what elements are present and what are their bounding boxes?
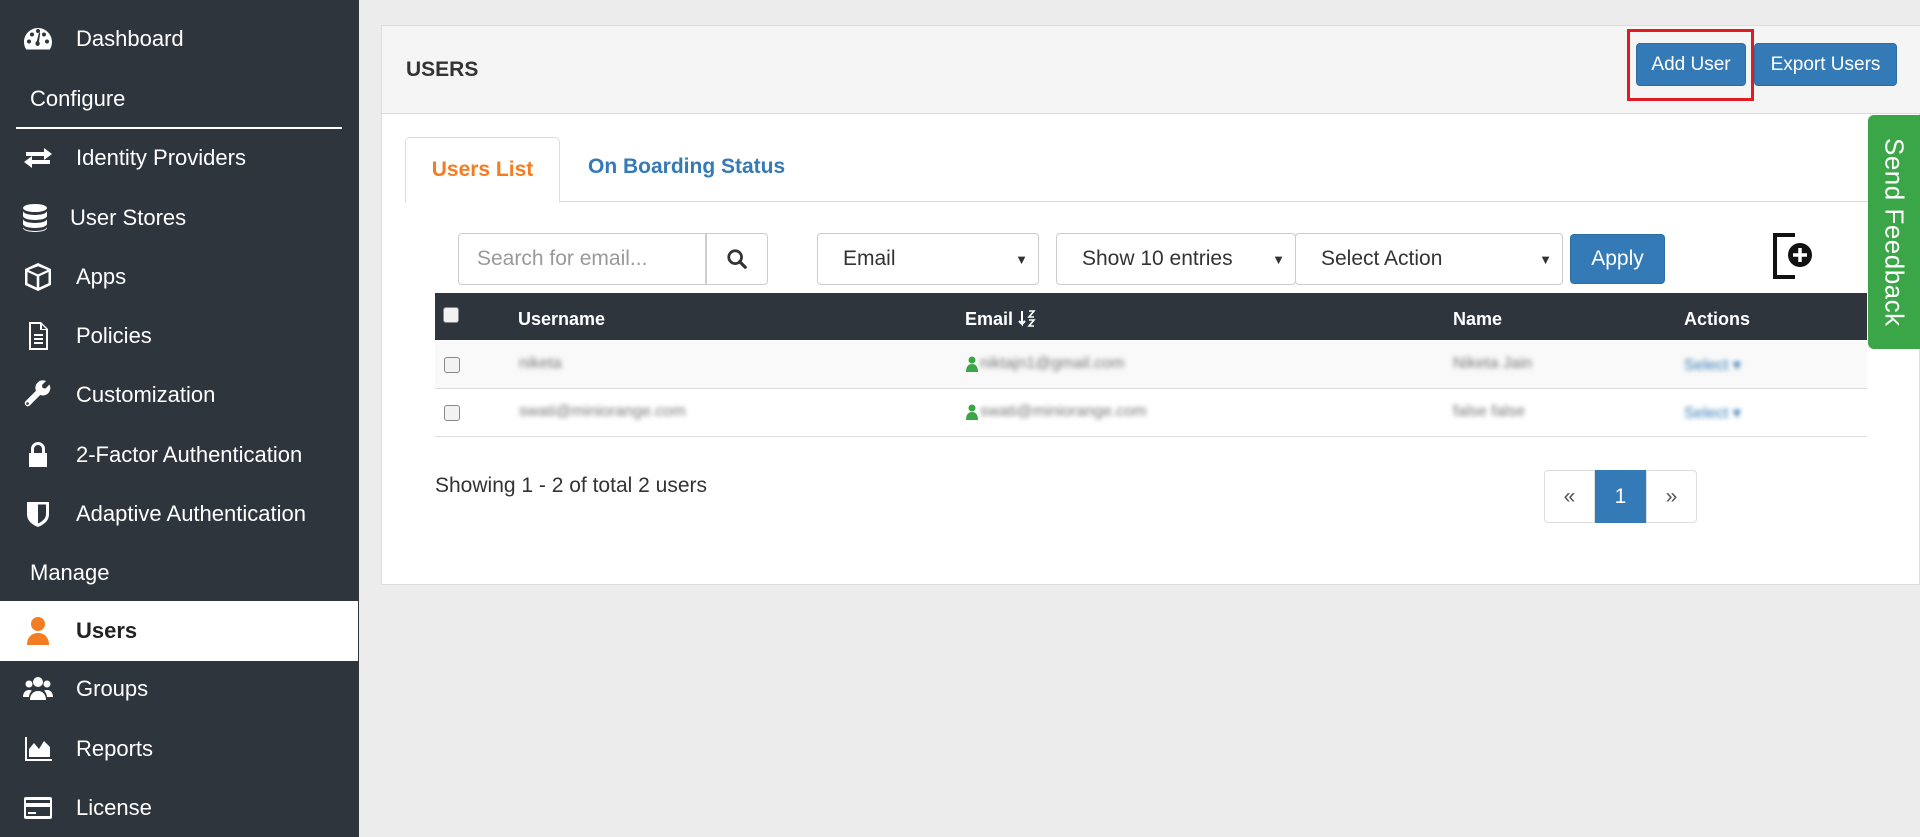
status-user-icon (966, 404, 978, 420)
exchange-icon (0, 142, 76, 174)
document-icon (0, 320, 76, 352)
sidebar-item-identity-providers[interactable]: Identity Providers (0, 129, 358, 187)
sidebar-item-reports[interactable]: Reports (0, 720, 358, 778)
sidebar-item-license[interactable]: License (0, 779, 358, 837)
lock-icon (0, 439, 76, 471)
users-icon (0, 673, 76, 705)
caret-down-icon: ▼ (1539, 252, 1552, 267)
dashboard-icon (0, 23, 76, 55)
search-button[interactable] (706, 233, 768, 285)
sidebar-item-policies[interactable]: Policies (0, 307, 358, 365)
database-icon (0, 202, 70, 234)
select-value: Select Action (1321, 247, 1443, 270)
filter-field-select[interactable]: Email ▼ (817, 233, 1039, 285)
header-username[interactable]: Username (518, 309, 605, 330)
sidebar: Dashboard Configure Identity Providers U… (0, 0, 359, 837)
section-manage: Manage (30, 560, 110, 585)
pagination: « 1 » (1544, 470, 1697, 523)
caret-down-icon: ▼ (1272, 252, 1285, 267)
select-value: Email (843, 247, 896, 270)
table-header: Username Email Name Actions (435, 293, 1867, 340)
sidebar-item-adaptive-auth[interactable]: Adaptive Authentication (0, 485, 358, 543)
feedback-label: Send Feedback (1879, 137, 1910, 327)
sidebar-item-apps[interactable]: Apps (0, 248, 358, 306)
page-1-button[interactable]: 1 (1595, 470, 1646, 523)
sidebar-item-label: Adaptive Authentication (76, 501, 306, 526)
row-action-select[interactable]: Select ▾ (1684, 403, 1741, 423)
entries-select[interactable]: Show 10 entries ▼ (1056, 233, 1296, 285)
row-name: false false (1453, 403, 1526, 420)
row-email: niktajn1@gmail.com (980, 355, 1125, 372)
header-name: Name (1453, 309, 1503, 329)
tab-users-list[interactable]: Users List (405, 137, 560, 203)
sort-alpha-icon (1018, 310, 1036, 327)
sidebar-item-user-stores[interactable]: User Stores (0, 189, 358, 247)
search-input[interactable] (458, 233, 706, 285)
row-username: swati@miniorange.com (519, 403, 686, 420)
section-configure: Configure (30, 86, 126, 111)
sidebar-item-label: 2-Factor Authentication (76, 442, 303, 467)
table-row: swati@miniorange.com swati@miniorange.co… (435, 389, 1867, 437)
row-username: niketa (519, 355, 562, 372)
highlight-box (1627, 29, 1754, 101)
shield-icon (0, 498, 76, 530)
select-value: Show 10 entries (1082, 247, 1233, 270)
add-file-icon[interactable] (1770, 231, 1814, 281)
header-actions: Actions (1684, 309, 1751, 329)
sidebar-item-label: Reports (76, 736, 154, 761)
sidebar-item-label: Identity Providers (76, 145, 246, 170)
send-feedback-button[interactable]: Send Feedback (1868, 115, 1920, 349)
page-title: USERS (406, 58, 479, 81)
sidebar-item-label: Dashboard (76, 26, 184, 51)
cube-icon (0, 261, 76, 293)
sidebar-item-label: Policies (76, 323, 152, 348)
apply-button[interactable]: Apply (1570, 234, 1665, 284)
sidebar-item-label: Apps (76, 264, 127, 289)
tab-onboarding-status[interactable]: On Boarding Status (588, 155, 785, 179)
select-all-checkbox[interactable] (443, 307, 459, 323)
tabs-divider (405, 201, 1920, 202)
sidebar-item-label: Customization (76, 382, 216, 407)
sidebar-item-label: User Stores (70, 205, 187, 230)
user-icon (0, 615, 76, 647)
credit-card-icon (0, 792, 76, 824)
sidebar-item-groups[interactable]: Groups (0, 660, 358, 718)
sidebar-item-users[interactable]: Users (0, 601, 358, 661)
prev-page-button[interactable]: « (1544, 470, 1595, 523)
next-page-button[interactable]: » (1646, 470, 1697, 523)
status-user-icon (966, 356, 978, 372)
row-checkbox[interactable] (444, 405, 460, 421)
action-select[interactable]: Select Action ▼ (1295, 233, 1563, 285)
search-icon (727, 249, 747, 269)
caret-down-icon: ▼ (1015, 252, 1028, 267)
sidebar-item-label: Groups (76, 676, 149, 701)
row-name: Niketa Jain (1453, 355, 1533, 372)
row-checkbox[interactable] (444, 357, 460, 373)
export-users-button[interactable]: Export Users (1754, 43, 1897, 86)
sidebar-item-customization[interactable]: Customization (0, 366, 358, 424)
table-row: niketa niktajn1@gmail.com Niketa Jain Se… (435, 341, 1867, 389)
pagination-summary: Showing 1 - 2 of total 2 users (435, 474, 707, 497)
area-chart-icon (0, 733, 76, 765)
sidebar-item-label: Users (76, 618, 138, 643)
header-email[interactable]: Email (965, 309, 1036, 330)
sidebar-item-label: License (76, 795, 152, 820)
sidebar-item-2fa[interactable]: 2-Factor Authentication (0, 426, 358, 484)
row-action-select[interactable]: Select ▾ (1684, 355, 1741, 375)
row-email: swati@miniorange.com (980, 403, 1147, 420)
sidebar-item-dashboard[interactable]: Dashboard (0, 10, 358, 68)
wrench-icon (0, 379, 76, 411)
